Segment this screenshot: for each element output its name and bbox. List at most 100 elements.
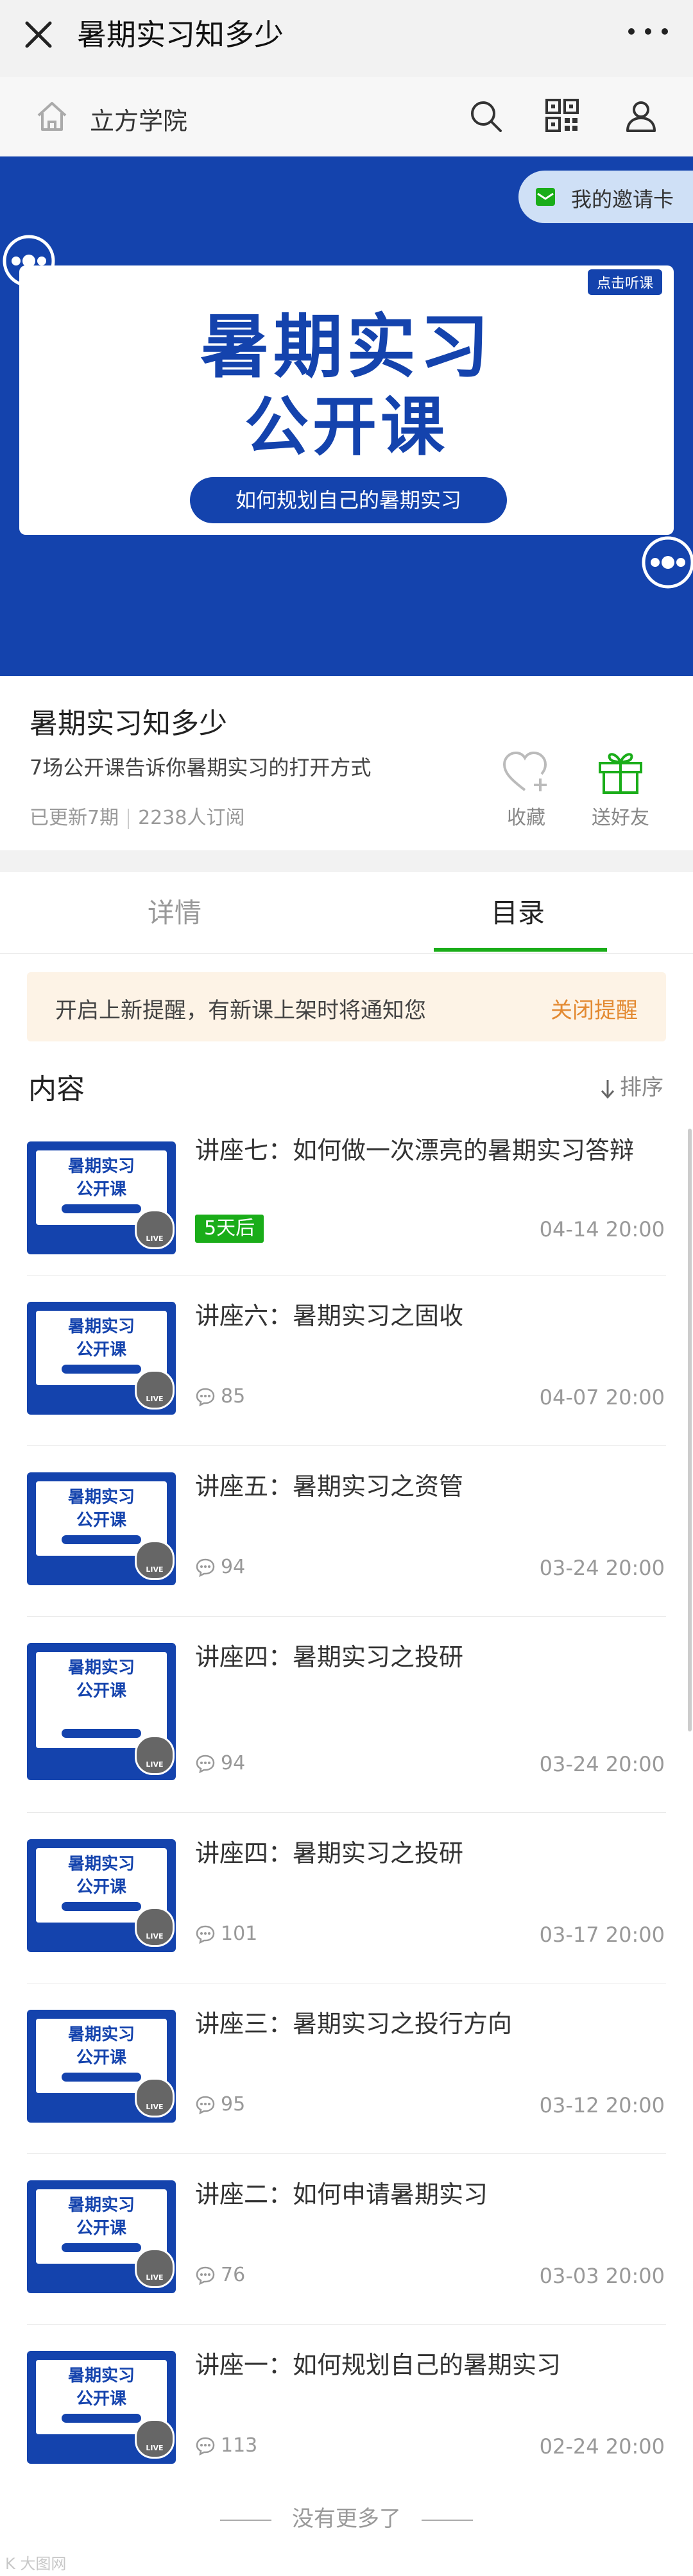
scrollbar[interactable]: [688, 1129, 692, 1731]
comment-count: 101: [195, 1923, 257, 1945]
lecture-thumbnail: 暑期实习 公开课 LIVE: [27, 1472, 176, 1585]
comment-bubble-icon: [196, 2437, 215, 2456]
more-options-icon[interactable]: [625, 22, 671, 41]
lecture-title: 讲座三：暑期实习之投行方向: [195, 2010, 513, 2038]
tab-detail[interactable]: 详情: [148, 891, 201, 930]
comment-count-value: 85: [221, 1385, 246, 1408]
active-tab-indicator: [434, 948, 607, 952]
lecture-date: 02-24 20:00: [539, 2434, 665, 2459]
comment-bubble-icon: [196, 1755, 215, 1774]
countdown-badge: 5天后: [195, 1215, 264, 1243]
thumbnail-title-line2: 公开课: [76, 1340, 126, 1360]
sort-button[interactable]: 排序: [601, 1070, 663, 1101]
comment-count-value: 113: [221, 2434, 258, 2457]
list-item[interactable]: 暑期实习 公开课 LIVE 讲座四：暑期实习之投研 101 03-17 20:0…: [27, 1812, 666, 1983]
live-label: LIVE: [146, 2103, 164, 2111]
comment-count-value: 94: [221, 1556, 246, 1578]
meta-divider: [128, 808, 130, 829]
thumbnail-subtitle-bar: [62, 1902, 141, 1911]
comment-count: 94: [195, 1752, 245, 1774]
tab-catalog[interactable]: 目录: [491, 891, 545, 930]
thumbnail-title-line1: 暑期实习: [67, 1855, 135, 1874]
banner-title-line2: 公开课: [244, 389, 449, 464]
site-name[interactable]: 立方学院: [90, 101, 187, 137]
lecture-title: 讲座一：如何规划自己的暑期实习: [195, 2351, 561, 2379]
thumbnail-title-line2: 公开课: [76, 1681, 126, 1701]
no-more-footer: 没有更多了: [0, 2501, 693, 2532]
subscriber-count: 2238人订阅: [138, 807, 245, 829]
gift-to-friend-button[interactable]: 送好友: [585, 748, 656, 830]
gift-label: 送好友: [592, 807, 649, 829]
close-icon[interactable]: [18, 14, 59, 55]
lecture-date: 03-17 20:00: [539, 1923, 665, 1947]
no-more-label: 没有更多了: [292, 2506, 401, 2532]
comment-count: 76: [195, 2264, 245, 2286]
lecture-title: 讲座六：暑期实习之固收: [195, 1302, 464, 1330]
home-icon[interactable]: [33, 97, 71, 135]
thumbnail-subtitle-bar: [62, 2414, 141, 2423]
thumbnail-title-line1: 暑期实习: [67, 2366, 135, 2386]
invite-card-button[interactable]: 我的邀请卡: [518, 171, 693, 223]
page-title: 暑期实习知多少: [77, 17, 284, 52]
lecture-title: 讲座四：暑期实习之投研: [195, 1643, 464, 1671]
comment-bubble-icon: [196, 2096, 215, 2115]
list-item[interactable]: 暑期实习 公开课 LIVE 讲座四：暑期实习之投研 94 03-24 20:00: [27, 1616, 666, 1813]
live-badge-icon: LIVE: [135, 1370, 175, 1410]
comment-count-value: 101: [221, 1923, 258, 1945]
live-badge-icon: LIVE: [135, 1209, 175, 1249]
thumbnail-title-line1: 暑期实习: [67, 2196, 135, 2215]
lecture-thumbnail: 暑期实习 公开课 LIVE: [27, 1302, 176, 1415]
comment-count-value: 94: [221, 1752, 246, 1774]
live-label: LIVE: [146, 2444, 164, 2452]
invite-card-label: 我的邀请卡: [571, 187, 674, 212]
search-icon[interactable]: [467, 97, 504, 135]
thumbnail-card: 暑期实习 公开课: [36, 1652, 167, 1748]
list-item[interactable]: 暑期实习 公开课 LIVE 讲座一：如何规划自己的暑期实习 113 02-24 …: [27, 2324, 666, 2484]
course-info: 暑期实习知多少 7场公开课告诉你暑期实习的打开方式 已更新7期 2238人订阅 收…: [0, 676, 693, 850]
live-label: LIVE: [146, 1234, 164, 1243]
comment-bubble-icon: [196, 1388, 215, 1407]
qr-code-icon[interactable]: [544, 97, 580, 133]
thumbnail-title-line1: 暑期实习: [67, 1157, 135, 1176]
live-label: LIVE: [146, 1932, 164, 1940]
arrow-down-icon: [601, 1079, 615, 1099]
list-item[interactable]: 暑期实习 公开课 LIVE 讲座二：如何申请暑期实习 76 03-03 20:0…: [27, 2153, 666, 2325]
thumbnail-subtitle-bar: [62, 1204, 141, 1213]
comment-count: 95: [195, 2093, 245, 2116]
close-reminder-button[interactable]: 关闭提醒: [551, 993, 638, 1024]
live-badge-icon: LIVE: [135, 1907, 175, 1947]
title-bar: 暑期实习知多少: [0, 0, 693, 78]
list-item[interactable]: 暑期实习 公开课 LIVE 讲座三：暑期实习之投行方向 95 03-12 20:…: [27, 1983, 666, 2154]
listen-tag[interactable]: 点击听课: [587, 269, 662, 295]
footer-line-left: [220, 2519, 271, 2521]
comment-bubble-icon: [196, 1925, 215, 1944]
lecture-date: 03-24 20:00: [539, 1556, 665, 1580]
thumbnail-title-line2: 公开课: [76, 2389, 126, 2409]
lecture-thumbnail: 暑期实习 公开课 LIVE: [27, 1839, 176, 1952]
thumbnail-title-line2: 公开课: [76, 1180, 126, 1199]
thumbnail-title-line2: 公开课: [76, 2048, 126, 2067]
list-item[interactable]: 暑期实习 公开课 LIVE 讲座六：暑期实习之固收 85 04-07 20:00: [27, 1275, 666, 1446]
user-icon[interactable]: [622, 97, 660, 135]
list-item[interactable]: 暑期实习 公开课 LIVE 讲座七：如何做一次漂亮的暑期实习答辩 5天后 04-…: [27, 1127, 666, 1275]
thumbnail-title-line1: 暑期实习: [67, 1317, 135, 1336]
banner-subtitle: 如何规划自己的暑期实习: [190, 477, 507, 523]
film-reel-decoration-icon: [642, 536, 693, 589]
comment-bubble-icon: [196, 1558, 215, 1578]
reminder-message: 开启上新提醒，有新课上架时将通知您: [55, 998, 426, 1023]
comment-count: 94: [195, 1556, 245, 1578]
lecture-date: 04-07 20:00: [539, 1385, 665, 1410]
heart-plus-icon: [502, 751, 547, 791]
thumbnail-title-line2: 公开课: [76, 1511, 126, 1530]
favorite-button[interactable]: 收藏: [494, 749, 558, 830]
thumbnail-subtitle-bar: [62, 1535, 141, 1544]
lecture-thumbnail: 暑期实习 公开课 LIVE: [27, 1643, 176, 1780]
thumbnail-title-line1: 暑期实习: [67, 1658, 135, 1678]
list-item[interactable]: 暑期实习 公开课 LIVE 讲座五：暑期实习之资管 94 03-24 20:00: [27, 1445, 666, 1617]
thumbnail-title-line1: 暑期实习: [67, 1488, 135, 1507]
thumbnail-subtitle-bar: [62, 2073, 141, 2082]
content-heading: 内容: [28, 1073, 85, 1106]
comment-count-value: 76: [221, 2264, 246, 2286]
course-banner[interactable]: 暑期实习 公开课 如何规划自己的暑期实习 点击听课 我的邀请卡: [0, 156, 693, 676]
watermark: K 大图网: [5, 2555, 67, 2573]
